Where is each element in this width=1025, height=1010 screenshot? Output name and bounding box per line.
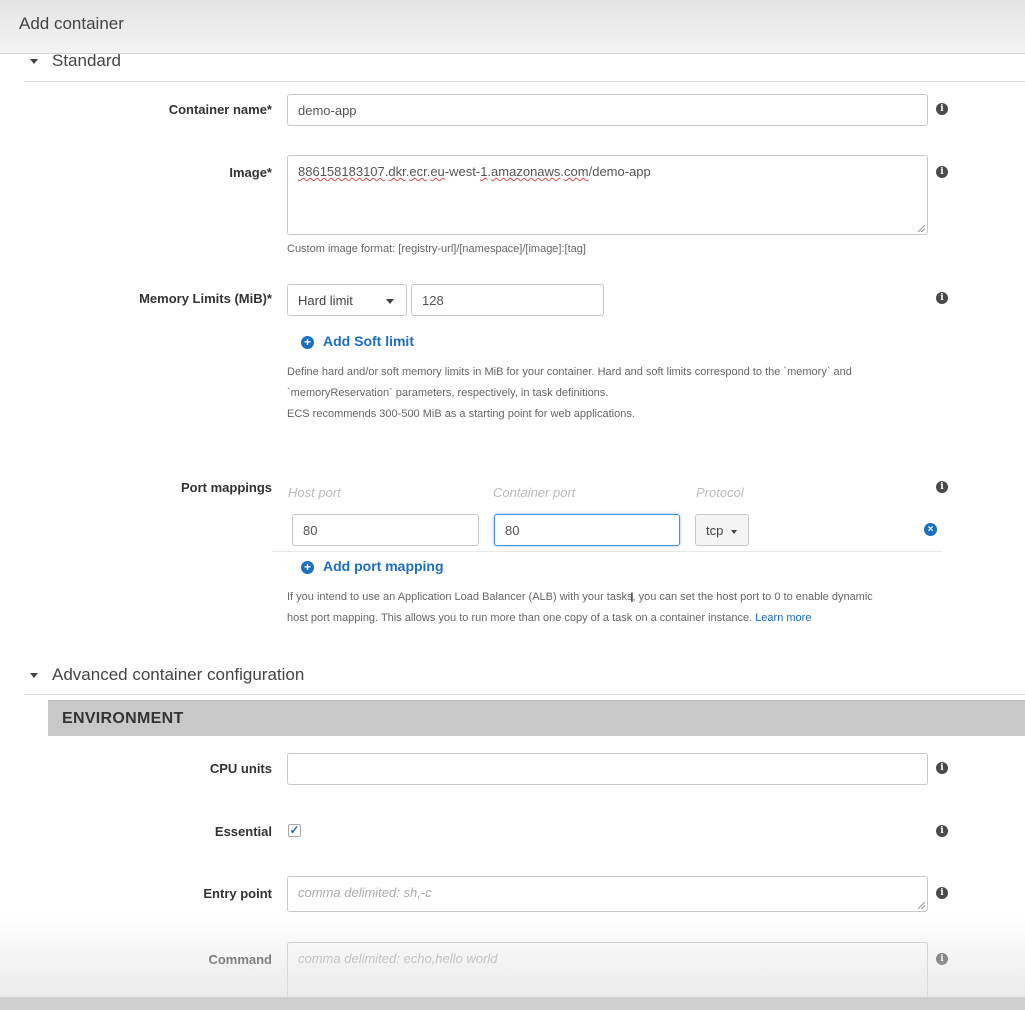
section-divider	[24, 81, 1025, 82]
port-help-line: host port mapping. This allows you to ru…	[287, 612, 753, 624]
environment-title: ENVIRONMENT	[62, 710, 184, 727]
learn-more-link[interactable]: Learn more	[755, 612, 811, 624]
section-standard-title: Standard	[52, 51, 121, 70]
cpu-units-input[interactable]	[287, 753, 928, 785]
memory-limits-label: Memory Limits (MiB)*	[139, 291, 272, 306]
memory-help-line: `memoryReservation` parameters, respecti…	[287, 387, 609, 399]
protocol-select[interactable]: tcp	[695, 514, 749, 546]
info-icon[interactable]: i	[936, 292, 948, 304]
host-port-column-header: Host port	[288, 485, 341, 500]
remove-circle-icon[interactable]: ×	[924, 523, 937, 536]
info-icon[interactable]: i	[936, 825, 948, 837]
image-textarea[interactable]: 886158183107.dkr.ecr.eu-west-1.amazonaws…	[287, 155, 928, 235]
essential-checkbox[interactable]: ✓	[288, 824, 301, 837]
image-value-part: ecr	[409, 164, 427, 179]
plus-circle-icon: +	[301, 561, 314, 574]
caret-down-icon	[30, 59, 38, 65]
command-textarea[interactable]: comma delimited: echo,hello world	[287, 942, 928, 1000]
image-value-part: -west-	[444, 164, 481, 179]
entry-point-textarea[interactable]: comma delimited: sh,-c	[287, 876, 928, 912]
image-value-part: amazonaws	[491, 164, 561, 179]
chevron-down-icon	[730, 529, 737, 534]
image-value-part: dkr	[388, 164, 406, 179]
environment-section-header: ENVIRONMENT	[48, 700, 1025, 736]
protocol-column-header: Protocol	[696, 485, 744, 500]
memory-limit-type-select[interactable]: Hard limit	[287, 284, 407, 316]
image-value-part: com	[564, 164, 589, 179]
entry-point-placeholder: comma delimited: sh,-c	[298, 885, 432, 900]
image-value-part: /demo-app	[588, 164, 651, 179]
horizontal-scrollbar[interactable]	[0, 997, 1025, 1010]
add-port-mapping-label: Add port mapping	[323, 558, 444, 574]
add-soft-limit-link[interactable]: + Add Soft limit	[301, 333, 414, 349]
container-port-column-header: Container port	[493, 485, 576, 500]
port-help-text: If you intend to use an Application Load…	[287, 587, 873, 629]
container-name-label: Container name*	[168, 102, 272, 117]
add-port-mapping-link[interactable]: + Add port mapping	[301, 558, 444, 574]
info-icon[interactable]: i	[936, 481, 948, 493]
cpu-units-label: CPU units	[209, 761, 272, 776]
memory-help-line: Define hard and/or soft memory limits in…	[287, 366, 852, 378]
info-icon[interactable]: i	[936, 762, 948, 774]
caret-down-icon	[30, 673, 38, 679]
resize-handle[interactable]	[918, 902, 925, 909]
modal-header: Add container	[0, 0, 1025, 54]
plus-circle-icon: +	[301, 336, 314, 349]
memory-limit-input[interactable]: 128	[411, 284, 604, 316]
memory-help-line: ECS recommends 300-500 MiB as a starting…	[287, 408, 635, 420]
add-soft-limit-label: Add Soft limit	[323, 333, 414, 349]
port-mappings-label: Port mappings	[180, 480, 272, 495]
memory-limit-type-value: Hard limit	[298, 293, 353, 308]
chevron-down-icon	[386, 299, 394, 304]
container-name-input[interactable]: demo-app	[287, 94, 928, 126]
info-icon[interactable]: i	[936, 953, 948, 965]
memory-help-text: Define hard and/or soft memory limits in…	[287, 362, 852, 425]
host-port-input[interactable]: 80	[292, 514, 479, 546]
info-icon[interactable]: i	[936, 166, 948, 178]
section-standard-toggle[interactable]: Standard	[30, 51, 121, 71]
entry-point-label: Entry point	[203, 886, 272, 901]
checkmark-icon: ✓	[289, 823, 300, 837]
image-value-part: 886158183107	[298, 164, 385, 179]
port-help-line: If you intend to use an Application Load…	[287, 591, 873, 603]
command-label: Command	[208, 952, 272, 967]
protocol-value: tcp	[706, 523, 724, 538]
section-advanced-title: Advanced container configuration	[52, 665, 305, 684]
info-icon[interactable]: i	[936, 103, 948, 115]
command-placeholder: comma delimited: echo,hello world	[298, 951, 498, 966]
image-help-text: Custom image format: [registry-url]/[nam…	[287, 243, 586, 255]
modal-title: Add container	[19, 14, 124, 33]
container-port-input[interactable]: 80	[494, 514, 680, 546]
section-advanced-toggle[interactable]: Advanced container configuration	[30, 665, 304, 685]
image-label: Image*	[229, 165, 272, 180]
info-icon[interactable]: i	[936, 887, 948, 899]
resize-handle[interactable]	[918, 225, 925, 232]
essential-label: Essential	[214, 824, 272, 839]
port-row-divider	[272, 551, 942, 552]
text-cursor-icon: I	[630, 589, 634, 605]
image-value-part: eu	[430, 164, 445, 179]
section-divider	[24, 694, 1025, 695]
